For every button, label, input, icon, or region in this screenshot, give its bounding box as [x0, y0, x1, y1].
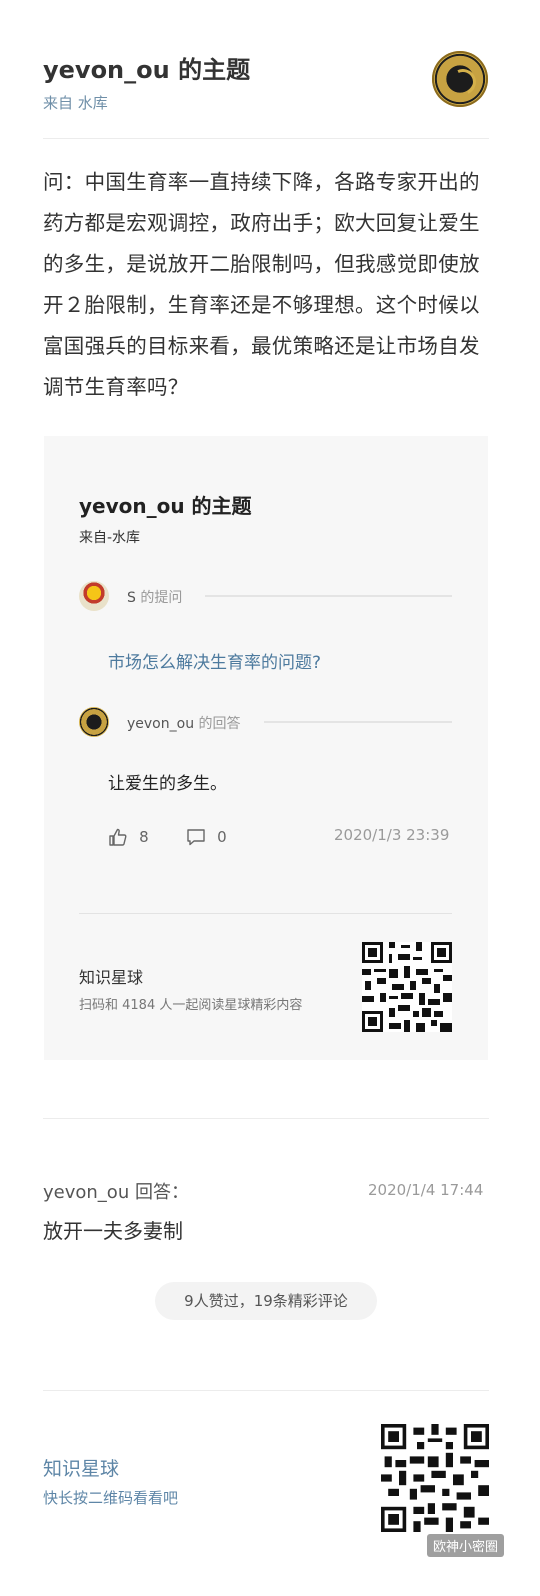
card-date: 2020/1/3 23:39: [334, 826, 450, 844]
asker-suffix: 的提问: [140, 590, 183, 606]
answerer-suffix: 的回答: [198, 716, 241, 732]
card-title: yevon_ou 的主题: [79, 494, 252, 518]
watermark-label: 欧神小密圈: [427, 1534, 505, 1557]
reply-text: 放开一夫多妻制: [43, 1219, 183, 1243]
comments-summary-button[interactable]: 9人赞过，19条精彩评论: [155, 1282, 377, 1320]
answerer-avatar: [79, 707, 109, 737]
comment-count: 0: [217, 827, 227, 846]
footer-qr-pattern: [381, 1424, 489, 1532]
card-answer: 让爱生的多生。: [108, 774, 227, 794]
answerer-name: yevon_ou: [127, 716, 195, 732]
answerer-meta: yevon_ou 的回答: [127, 713, 241, 733]
footer-divider: [43, 1390, 489, 1391]
card-planet-label: 知识星球: [79, 968, 144, 987]
asker-name: S: [127, 590, 136, 606]
card-scan-text: 扫码和 4184 人一起阅读星球精彩内容: [79, 998, 303, 1013]
asker-avatar: [79, 581, 109, 611]
footer-subtitle: 快长按二维码看看吧: [43, 1489, 179, 1507]
asker-rule: [205, 595, 452, 597]
reply-author: yevon_ou 回答：: [43, 1182, 189, 1203]
like-count: 8: [139, 827, 149, 846]
reply-date: 2020/1/4 17:44: [368, 1181, 484, 1199]
card-divider: [79, 913, 452, 914]
source-link[interactable]: 来自 水库: [43, 92, 108, 113]
answerer-rule: [264, 721, 452, 723]
card-qr-pattern: [362, 942, 452, 1032]
footer-title: 知识星球: [43, 1458, 120, 1480]
author-avatar[interactable]: [432, 51, 488, 107]
card-source: 来自-水库: [79, 530, 141, 546]
qr-code-icon[interactable]: [362, 942, 452, 1032]
card-question: 市场怎么解决生育率的问题?: [108, 653, 322, 673]
like-button[interactable]: 8: [108, 826, 149, 847]
thumbs-up-icon: [109, 828, 127, 846]
footer-qr-code-icon[interactable]: [381, 1424, 489, 1532]
page-title: yevon_ou 的主题: [43, 56, 251, 84]
comment-button[interactable]: 0: [186, 826, 227, 847]
asker-meta: S 的提问: [127, 587, 182, 607]
reply-divider: [43, 1118, 489, 1119]
question-text: 问：中国生育率一直持续下降，各路专家开出的药方都是宏观调控，政府出手；欧大回复让…: [43, 170, 480, 399]
header-divider: [43, 138, 489, 139]
comment-icon: [187, 828, 205, 845]
